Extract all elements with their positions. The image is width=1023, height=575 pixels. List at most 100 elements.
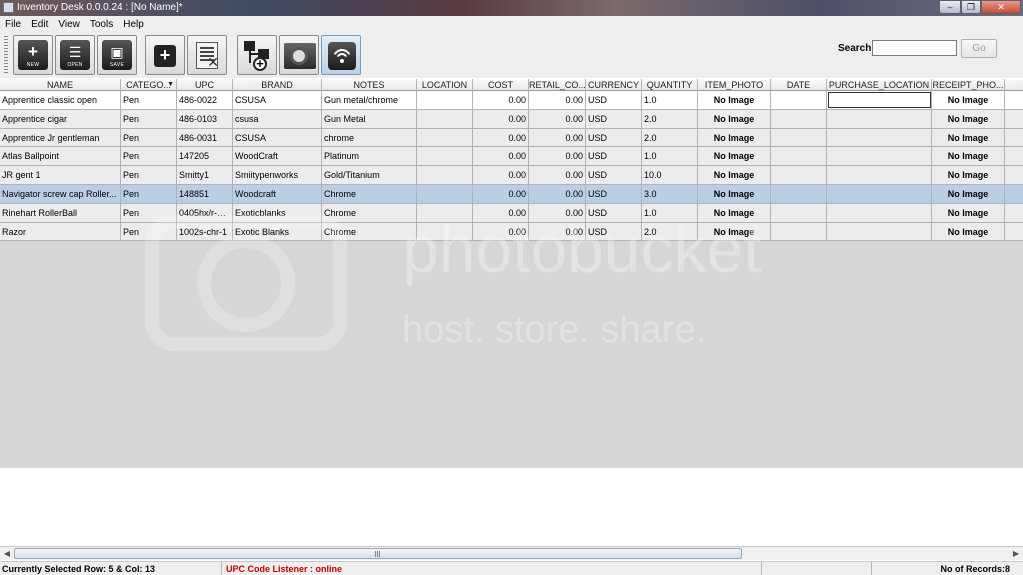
cell-item-photo[interactable]: No Image bbox=[698, 109, 771, 128]
menu-view[interactable]: View bbox=[53, 19, 85, 30]
cell-notes[interactable]: Platinum bbox=[322, 147, 417, 166]
cell-retail-cost[interactable]: 0.00 bbox=[529, 166, 586, 184]
delete-item-button[interactable]: ✕ bbox=[187, 35, 227, 75]
cell-purchase-location[interactable] bbox=[827, 222, 932, 241]
cell-upc[interactable]: 486-0103 bbox=[177, 109, 233, 128]
cell-purchase-location[interactable] bbox=[827, 91, 932, 109]
column-header-upc[interactable]: UPC bbox=[177, 79, 233, 91]
cell-cost[interactable]: 0.00 bbox=[473, 91, 529, 109]
cell-currency[interactable]: USD bbox=[586, 128, 642, 147]
cell-notes[interactable]: Chrome bbox=[322, 184, 417, 203]
cell-item-photo[interactable]: No Image bbox=[698, 128, 771, 147]
cell-location[interactable] bbox=[417, 222, 473, 241]
cell-location[interactable] bbox=[417, 109, 473, 128]
cell-notes[interactable]: Gold/Titanium bbox=[322, 166, 417, 184]
cell-category[interactable]: Pen bbox=[121, 222, 177, 241]
save-button[interactable]: ▣ SAVE bbox=[97, 35, 137, 75]
cell-brand[interactable]: CSUSA bbox=[233, 128, 322, 147]
cell-name[interactable]: Razor bbox=[0, 222, 121, 241]
cell-item-photo[interactable]: No Image bbox=[698, 184, 771, 203]
cell-receipt-photo[interactable]: No Image bbox=[932, 222, 1005, 241]
cell-retail-cost[interactable]: 0.00 bbox=[529, 184, 586, 203]
minimize-button[interactable]: – bbox=[939, 0, 961, 14]
cell-receipt-photo[interactable]: No Image bbox=[932, 147, 1005, 166]
cell-location[interactable] bbox=[417, 128, 473, 147]
cell-receipt-photo[interactable]: No Image bbox=[932, 91, 1005, 109]
column-header-location[interactable]: LOCATION bbox=[417, 79, 473, 91]
close-button[interactable]: ✕ bbox=[981, 0, 1021, 14]
column-header-item-photo[interactable]: ITEM_PHOTO bbox=[698, 79, 771, 91]
cell-cost[interactable]: 0.00 bbox=[473, 222, 529, 241]
cell-location[interactable] bbox=[417, 203, 473, 222]
cell-quantity[interactable]: 2.0 bbox=[642, 128, 698, 147]
cell-brand[interactable]: Woodcraft bbox=[233, 184, 322, 203]
cell-cost[interactable]: 0.00 bbox=[473, 147, 529, 166]
column-header-category[interactable]: CATEGO... ▼ bbox=[121, 79, 177, 91]
cell-category[interactable]: Pen bbox=[121, 184, 177, 203]
cell-date[interactable] bbox=[771, 109, 827, 128]
column-header-receipt-photo[interactable]: RECEIPT_PHO... bbox=[932, 79, 1005, 91]
column-header-retail-cost[interactable]: RETAIL_CO... bbox=[529, 79, 586, 91]
go-button[interactable]: Go bbox=[961, 39, 997, 58]
cell-date[interactable] bbox=[771, 222, 827, 241]
cell-retail-cost[interactable]: 0.00 bbox=[529, 128, 586, 147]
cell-quantity[interactable]: 1.0 bbox=[642, 147, 698, 166]
cell-brand[interactable]: WoodCraft bbox=[233, 147, 322, 166]
cell-location[interactable] bbox=[417, 166, 473, 184]
cell-date[interactable] bbox=[771, 91, 827, 109]
maximize-button[interactable]: ❐ bbox=[961, 0, 981, 14]
scrollbar-thumb[interactable] bbox=[14, 548, 742, 559]
table-row[interactable]: Razor Pen 1002s-chr-1 Exotic Blanks Chrome 0.… bbox=[0, 222, 1023, 242]
cell-purchase-location[interactable] bbox=[827, 184, 932, 203]
cell-quantity[interactable]: 3.0 bbox=[642, 184, 698, 203]
cell-cost[interactable]: 0.00 bbox=[473, 109, 529, 128]
cell-currency[interactable]: USD bbox=[586, 203, 642, 222]
cell-purchase-location[interactable] bbox=[827, 203, 932, 222]
cell-name[interactable]: Apprentice classic open bbox=[0, 91, 121, 109]
table-row[interactable]: JR gent 1 Pen Smitty1 Smiitypenworks Gold/Ti… bbox=[0, 166, 1023, 185]
add-item-button[interactable]: + bbox=[145, 35, 185, 75]
cell-purchase-location[interactable] bbox=[827, 109, 932, 128]
photo-folder-button[interactable] bbox=[279, 35, 319, 75]
cell-brand[interactable]: Exoticblanks bbox=[233, 203, 322, 222]
menu-tools[interactable]: Tools bbox=[85, 19, 118, 30]
menu-edit[interactable]: Edit bbox=[26, 19, 53, 30]
cell-category[interactable]: Pen bbox=[121, 203, 177, 222]
cell-notes[interactable]: Chrome bbox=[322, 222, 417, 241]
cell-name[interactable]: JR gent 1 bbox=[0, 166, 121, 184]
cell-category[interactable]: Pen bbox=[121, 128, 177, 147]
cell-date[interactable] bbox=[771, 166, 827, 184]
cell-notes[interactable]: Chrome bbox=[322, 203, 417, 222]
cell-date[interactable] bbox=[771, 203, 827, 222]
table-row[interactable]: Navigator screw cap Roller... Pen 148851 Wo… bbox=[0, 184, 1023, 204]
cell-retail-cost[interactable]: 0.00 bbox=[529, 203, 586, 222]
column-header-cost[interactable]: COST bbox=[473, 79, 529, 91]
cell-category[interactable]: Pen bbox=[121, 109, 177, 128]
cell-brand[interactable]: csusa bbox=[233, 109, 322, 128]
cell-retail-cost[interactable]: 0.00 bbox=[529, 109, 586, 128]
table-row[interactable]: Apprentice cigar Pen 486-0103 csusa Gun Meta… bbox=[0, 109, 1023, 129]
cell-name[interactable]: Navigator screw cap Roller... bbox=[0, 184, 121, 203]
cell-upc[interactable]: 147205 bbox=[177, 147, 233, 166]
cell-retail-cost[interactable]: 0.00 bbox=[529, 147, 586, 166]
cell-brand[interactable]: CSUSA bbox=[233, 91, 322, 109]
cell-upc[interactable]: 0405hx/r-6-... bbox=[177, 203, 233, 222]
cell-receipt-photo[interactable]: No Image bbox=[932, 203, 1005, 222]
cell-receipt-photo[interactable]: No Image bbox=[932, 166, 1005, 184]
cell-currency[interactable]: USD bbox=[586, 166, 642, 184]
column-header-purchase-location[interactable]: PURCHASE_LOCATION bbox=[827, 79, 932, 91]
cell-name[interactable]: Rinehart RollerBall bbox=[0, 203, 121, 222]
table-row[interactable]: Atlas Ballpoint Pen 147205 WoodCraft Platinu… bbox=[0, 147, 1023, 167]
cell-category[interactable]: Pen bbox=[121, 147, 177, 166]
cell-brand[interactable]: Smiitypenworks bbox=[233, 166, 322, 184]
menu-help[interactable]: Help bbox=[118, 19, 149, 30]
cell-currency[interactable]: USD bbox=[586, 91, 642, 109]
cell-upc[interactable]: 486-0031 bbox=[177, 128, 233, 147]
cell-notes[interactable]: Gun Metal bbox=[322, 109, 417, 128]
cell-location[interactable] bbox=[417, 184, 473, 203]
cell-item-photo[interactable]: No Image bbox=[698, 91, 771, 109]
cell-upc[interactable]: 1002s-chr-1 bbox=[177, 222, 233, 241]
cell-category[interactable]: Pen bbox=[121, 166, 177, 184]
cell-category[interactable]: Pen bbox=[121, 91, 177, 109]
cell-date[interactable] bbox=[771, 184, 827, 203]
